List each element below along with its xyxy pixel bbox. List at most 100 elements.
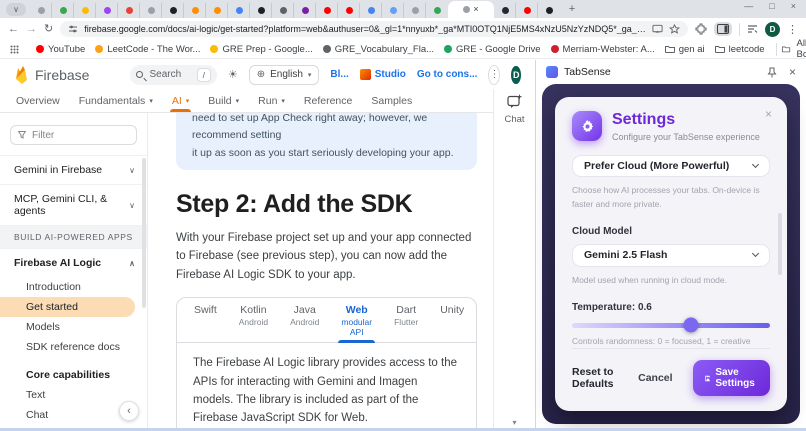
- address-bar[interactable]: firebase.google.com/docs/ai-logic/get-st…: [60, 21, 688, 37]
- bookmark-item[interactable]: GRE Prep - Google...: [205, 44, 317, 55]
- reading-list-icon[interactable]: [747, 24, 758, 34]
- settings-close-icon[interactable]: ×: [765, 108, 772, 120]
- browser-tab[interactable]: [494, 3, 516, 18]
- docs-overflow-menu[interactable]: ⋮: [488, 64, 501, 85]
- sidebar-item[interactable]: Introduction: [0, 277, 147, 297]
- bookmark-item[interactable]: Merriam-Webster: A...: [546, 44, 660, 55]
- browser-tab[interactable]: [184, 3, 206, 18]
- browser-tab[interactable]: [162, 3, 184, 18]
- url-text: firebase.google.com/docs/ai-logic/get-st…: [84, 24, 646, 34]
- side-panel-close-icon[interactable]: ×: [789, 66, 796, 78]
- browser-tab[interactable]: [250, 3, 272, 18]
- go-to-console-link[interactable]: Go to cons...: [417, 69, 478, 80]
- browser-tab[interactable]: [538, 3, 560, 18]
- bookmark-item[interactable]: GRE_Vocabulary_Fla...: [318, 44, 439, 55]
- sidebar-item[interactable]: MCP, Gemini CLI, & agents ∨: [0, 184, 147, 225]
- new-tab-button[interactable]: +: [564, 1, 580, 17]
- browser-tab[interactable]: [338, 3, 360, 18]
- browser-tab[interactable]: [360, 3, 382, 18]
- nav-item[interactable]: AI ▾: [169, 89, 192, 112]
- blog-link[interactable]: Bl...: [330, 69, 348, 80]
- forward-button[interactable]: →: [26, 23, 37, 35]
- theme-toggle-icon[interactable]: ☀: [228, 68, 238, 81]
- browser-tab[interactable]: [74, 3, 96, 18]
- browser-tab[interactable]: [272, 3, 294, 18]
- browser-tab[interactable]: [516, 3, 538, 18]
- nav-item[interactable]: Overview: [16, 89, 60, 112]
- studio-link[interactable]: Studio: [359, 69, 406, 80]
- sidebar-item[interactable]: Firebase AI Logic ∧: [0, 248, 147, 277]
- sidebar-scrollbar[interactable]: [142, 158, 146, 308]
- browser-tab[interactable]: [30, 3, 52, 18]
- site-info-icon[interactable]: [68, 24, 78, 34]
- extensions-icon[interactable]: [695, 23, 707, 35]
- browser-tab[interactable]: [294, 3, 316, 18]
- window-close-button[interactable]: ×: [791, 1, 796, 11]
- browser-tab[interactable]: ×: [448, 1, 494, 18]
- tab-close-icon[interactable]: ×: [473, 5, 478, 14]
- bookmark-item[interactable]: gen ai: [660, 44, 710, 55]
- sidebar-item[interactable]: Models: [0, 317, 147, 337]
- maximize-button[interactable]: □: [769, 1, 774, 11]
- sidebar-collapse-button[interactable]: ‹: [119, 401, 139, 421]
- bookmark-star-icon[interactable]: [669, 23, 680, 35]
- cancel-button[interactable]: Cancel: [626, 366, 684, 390]
- browser-tab[interactable]: [426, 3, 448, 18]
- sidebar-item[interactable]: Get started: [0, 297, 135, 317]
- nav-item[interactable]: Samples: [371, 89, 412, 112]
- platform-tab[interactable]: Web modular API: [330, 298, 383, 344]
- firebase-logo[interactable]: Firebase: [14, 65, 89, 84]
- browser-tab[interactable]: [96, 3, 118, 18]
- sidebar-item[interactable]: Core capabilities: [0, 365, 147, 385]
- docs-search-input[interactable]: Search /: [130, 64, 217, 85]
- apps-grid-icon[interactable]: [10, 45, 19, 54]
- chat-icon[interactable]: [506, 94, 523, 109]
- chat-label[interactable]: Chat: [504, 114, 524, 125]
- language-dropdown[interactable]: ⊕ English ▾: [248, 64, 320, 85]
- sidebar-filter-input[interactable]: Filter: [10, 125, 137, 145]
- bookmark-item[interactable]: leetcode: [710, 44, 770, 55]
- sidebar-item[interactable]: Gemini in Firebase ∨: [0, 155, 147, 184]
- browser-tab[interactable]: [206, 3, 228, 18]
- cast-icon[interactable]: [652, 24, 663, 34]
- bookmark-item[interactable]: YouTube: [31, 44, 90, 55]
- browser-tab[interactable]: [52, 3, 74, 18]
- bookmark-item[interactable]: LeetCode - The Wor...: [90, 44, 205, 55]
- side-panel-toggle-icon[interactable]: [714, 22, 732, 36]
- platform-tab[interactable]: Kotlin Android: [228, 298, 279, 342]
- docs-profile-avatar[interactable]: D: [511, 65, 521, 84]
- browser-tab[interactable]: [228, 3, 250, 18]
- browser-tab[interactable]: [316, 3, 338, 18]
- all-bookmarks-button[interactable]: All Bookmarks: [797, 38, 806, 60]
- browser-menu-icon[interactable]: ⋮: [787, 23, 798, 36]
- platform-tab[interactable]: Swift: [183, 298, 228, 342]
- nav-item[interactable]: Reference: [304, 89, 352, 112]
- nav-item[interactable]: Fundamentals ▾: [79, 89, 153, 112]
- cloud-model-select[interactable]: Gemini 2.5 Flash: [572, 243, 770, 267]
- sidebar-item[interactable]: SDK reference docs: [0, 337, 147, 357]
- browser-tab[interactable]: [140, 3, 162, 18]
- back-button[interactable]: ←: [8, 23, 19, 35]
- tab-search-button[interactable]: ∨: [6, 3, 26, 16]
- platform-tab[interactable]: Dart Flutter: [383, 298, 429, 342]
- browser-tab[interactable]: [382, 3, 404, 18]
- minimize-button[interactable]: —: [744, 1, 753, 11]
- slider-thumb[interactable]: [683, 317, 699, 333]
- reload-button[interactable]: ↻: [44, 23, 53, 35]
- browser-profile-avatar[interactable]: D: [765, 21, 780, 37]
- browser-tab[interactable]: [404, 3, 426, 18]
- platform-tab[interactable]: Java Android: [279, 298, 330, 342]
- save-settings-button[interactable]: Save Settings: [692, 360, 770, 396]
- sidebar-item[interactable]: BUILD AI-POWERED APPS: [0, 225, 147, 248]
- bookmark-item[interactable]: GRE - Google Drive: [439, 44, 545, 55]
- platform-tab[interactable]: Unity: [429, 298, 475, 342]
- nav-item[interactable]: Build ▾: [208, 89, 239, 112]
- browser-tab[interactable]: [118, 3, 140, 18]
- firebase-docs-page: Firebase Search / ☀ ⊕ English ▾ Bl... St…: [0, 60, 535, 431]
- card-scrollbar[interactable]: [778, 213, 782, 275]
- nav-item[interactable]: Run ▾: [258, 89, 285, 112]
- reset-defaults-button[interactable]: Reset to Defaults: [572, 366, 618, 390]
- temperature-slider[interactable]: [572, 317, 770, 333]
- ai-mode-select[interactable]: Prefer Cloud (More Powerful): [572, 154, 770, 178]
- pin-icon[interactable]: [767, 67, 777, 78]
